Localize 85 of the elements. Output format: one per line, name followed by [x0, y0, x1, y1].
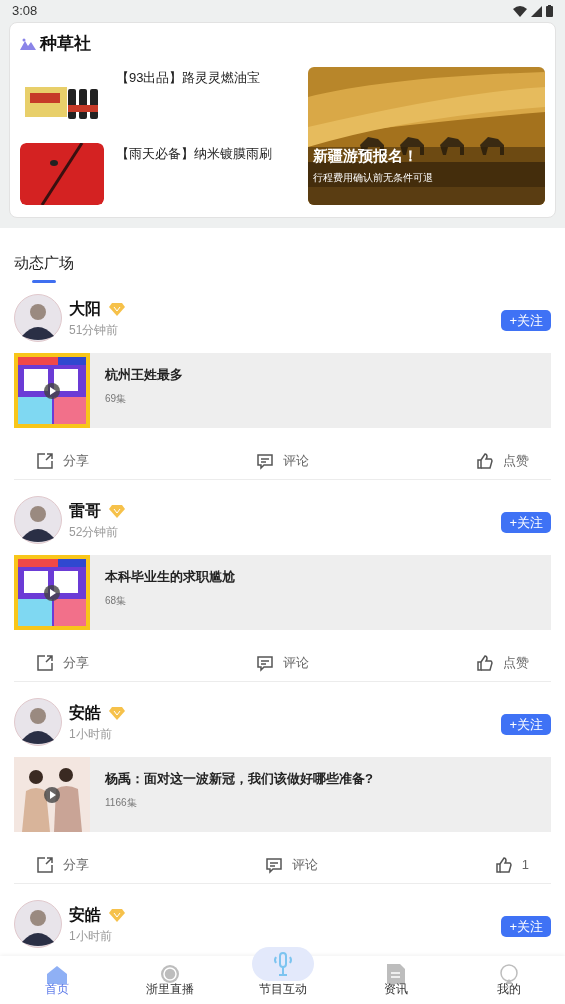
share-icon [36, 654, 54, 672]
action-label: 分享 [63, 856, 89, 875]
share-action[interactable]: 分享 [36, 855, 89, 875]
user-icon [498, 964, 519, 984]
mountain-icon [20, 37, 36, 50]
action-label: 评论 [283, 452, 309, 471]
episode-count: 1166集 [105, 795, 138, 810]
nav-tab[interactable]: 首页 [0, 956, 113, 1004]
episode-title: 杨禹：面对这一波新冠，我们该做好哪些准备? [105, 770, 373, 788]
episode-card[interactable]: 本科毕业生的求职尴尬 68集 [14, 555, 551, 630]
avatar [14, 698, 62, 746]
nav-label: 首页 [44, 981, 69, 998]
episode-count: 68集 [105, 593, 128, 608]
episode-card[interactable]: 杨禹：面对这一波新冠，我们该做好哪些准备? 1166集 [14, 757, 551, 832]
like-action[interactable]: 点赞 [476, 653, 529, 673]
user-name: 雷哥 [69, 501, 101, 521]
comment-icon [265, 856, 284, 874]
share-icon [36, 452, 54, 470]
battery-icon [546, 5, 553, 17]
comment-icon [256, 452, 274, 470]
thumbs-up-icon [476, 452, 494, 470]
share-action[interactable]: 分享 [36, 451, 89, 471]
nav-tab[interactable]: 我的 [452, 956, 565, 1004]
banner-subtitle: 行程费用确认前无条件可退 [313, 171, 433, 185]
status-time: 3:08 [12, 2, 38, 21]
action-label: 1 [521, 856, 529, 875]
comment-action[interactable]: 评论 [256, 451, 309, 471]
action-label: 分享 [63, 452, 89, 471]
banner-title: 新疆游预报名！ [313, 145, 419, 166]
episode-count: 69集 [105, 391, 128, 406]
action-label: 评论 [292, 856, 319, 875]
nav-tab[interactable]: 浙里直播 [113, 956, 226, 1004]
thumbs-up-icon [494, 856, 513, 874]
diamond-icon [109, 908, 125, 922]
product-item[interactable]: 【93出品】路灵灵燃油宝 [20, 66, 300, 129]
episode-title: 本科毕业生的求职尴尬 [105, 568, 235, 586]
wifi-icon [513, 5, 527, 17]
avatar [14, 900, 62, 948]
film-reel-icon [159, 964, 180, 984]
mic-button[interactable] [251, 947, 314, 981]
user-name: 大阳 [69, 299, 101, 319]
diamond-icon [109, 504, 125, 518]
action-label: 点赞 [503, 654, 529, 673]
share-action[interactable]: 分享 [36, 653, 89, 673]
nav-label: 我的 [496, 981, 521, 998]
avatar [14, 496, 62, 544]
nav-tab[interactable]: 资讯 [339, 956, 452, 1004]
follow-button[interactable]: +关注 [501, 309, 551, 331]
like-action[interactable]: 1 [494, 855, 529, 875]
nav-tab[interactable]: 节目互动 [226, 945, 339, 1004]
follow-button[interactable]: +关注 [501, 713, 551, 735]
episode-title: 杭州王姓最多 [105, 366, 183, 384]
diamond-icon [109, 302, 125, 316]
avatar [14, 294, 62, 342]
nav-label: 浙里直播 [145, 981, 194, 998]
action-label: 评论 [283, 654, 309, 673]
tab-indicator [32, 280, 56, 283]
nav-label: 资讯 [383, 981, 408, 998]
post-time: 51分钟前 [69, 322, 120, 339]
diamond-icon [109, 706, 125, 720]
user-name: 安皓 [69, 905, 101, 925]
follow-button[interactable]: +关注 [501, 511, 551, 533]
thumbs-up-icon [476, 654, 494, 672]
product-title: 【雨天必备】纳米镀膜雨刷 [116, 144, 272, 163]
home-icon [46, 966, 67, 984]
product-item[interactable]: 【雨天必备】纳米镀膜雨刷 [20, 142, 300, 205]
post-time: 1小时前 [69, 928, 113, 945]
episode-card[interactable]: 杭州王姓最多 69集 [14, 353, 551, 428]
signal-icon [531, 5, 542, 17]
comment-icon [256, 654, 274, 672]
action-label: 点赞 [503, 452, 529, 471]
user-name: 安皓 [69, 703, 101, 723]
action-label: 分享 [63, 654, 89, 673]
promo-banner[interactable]: 新疆游预报名！ 行程费用确认前无条件可退 [308, 66, 545, 205]
post-time: 52分钟前 [69, 524, 120, 541]
follow-button[interactable]: +关注 [501, 915, 551, 937]
product-title: 【93出品】路灵灵燃油宝 [116, 68, 261, 87]
section-title: 种草社 [40, 33, 91, 55]
share-icon [36, 856, 54, 874]
nav-label: 节目互动 [258, 981, 307, 998]
comment-action[interactable]: 评论 [256, 653, 309, 673]
like-action[interactable]: 点赞 [476, 451, 529, 471]
post-time: 1小时前 [69, 726, 113, 743]
section-title: 动态广场 [14, 252, 74, 273]
comment-action[interactable]: 评论 [265, 855, 319, 875]
